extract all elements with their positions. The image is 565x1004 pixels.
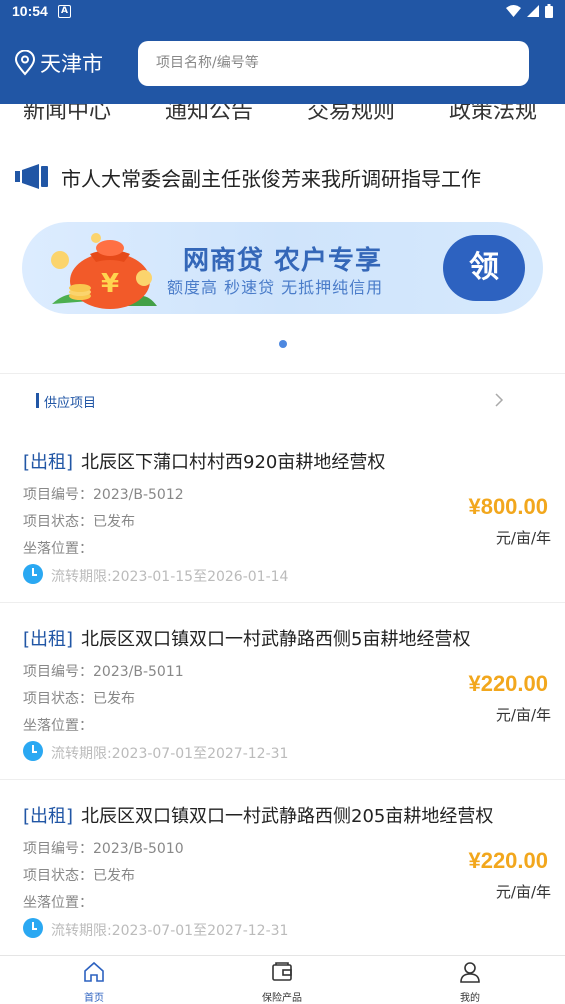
item-status: 项目状态：已发布	[23, 691, 135, 707]
money-bag-icon: ¥	[51, 233, 157, 309]
status-bar: 10:54 A	[0, 0, 565, 24]
notice-text: 市人大常委会副主任张俊芳来我所调研指导工作	[61, 167, 481, 191]
item-tag: [出租]	[23, 806, 74, 827]
status-time: 10:54	[12, 3, 48, 19]
section-title: 供应项目	[44, 396, 97, 411]
item-status: 项目状态：已发布	[23, 868, 135, 884]
chevron-right-icon	[495, 393, 504, 407]
promo-banner[interactable]: ¥ 网商贷 农户专享 额度高 秒速贷 无抵押纯信用 领	[22, 222, 543, 314]
item-price-unit: 元/亩/年	[495, 883, 551, 901]
item-period: 流转期限:2023-01-15至2026-01-14	[51, 569, 289, 585]
notice-bar[interactable]: 市人大常委会副主任张俊芳来我所调研指导工作	[0, 150, 565, 204]
city-selector[interactable]: 天津市	[14, 48, 103, 78]
item-code: 项目编号：2023/B-5012	[23, 487, 184, 503]
item-price-unit: 元/亩/年	[495, 706, 551, 724]
clock-icon	[23, 918, 43, 938]
item-title: 北辰区双口镇双口一村武静路西侧205亩耕地经营权	[81, 806, 494, 827]
carousel-indicator[interactable]	[279, 340, 287, 348]
top-header: 天津市 项目名称/编号等	[0, 24, 565, 104]
battery-icon	[545, 4, 553, 18]
list-item[interactable]: [出租] 北辰区双口镇双口一村武静路西侧5亩耕地经营权 项目编号：2023/B-…	[0, 603, 565, 780]
tab-profile-label: 我的	[460, 993, 480, 1004]
home-icon	[84, 961, 104, 982]
svg-text:¥: ¥	[101, 269, 119, 299]
search-input[interactable]: 项目名称/编号等	[138, 41, 529, 86]
wifi-icon	[506, 5, 521, 17]
tab-home[interactable]: 首页	[44, 960, 144, 1004]
tab-insurance[interactable]: 保险产品	[232, 960, 332, 1004]
item-location: 坐落位置：	[23, 541, 93, 557]
banner-title: 网商贷 农户专享	[183, 246, 383, 276]
supply-section-header[interactable]: 供应项目	[0, 374, 565, 426]
item-code: 项目编号：2023/B-5010	[23, 841, 184, 857]
city-label: 天津市	[40, 52, 103, 76]
megaphone-icon	[15, 164, 48, 189]
item-title: 北辰区下蒲口村村西920亩耕地经营权	[81, 452, 386, 473]
item-tag: [出租]	[23, 629, 74, 650]
item-title: 北辰区双口镇双口一村武静路西侧5亩耕地经营权	[81, 629, 471, 650]
item-price: ¥220.00	[468, 848, 548, 873]
clock-icon	[23, 741, 43, 761]
clock-icon	[23, 564, 43, 584]
category-news[interactable]: 新闻中心	[23, 104, 111, 120]
item-period: 流转期限:2023-07-01至2027-12-31	[51, 923, 289, 939]
item-tag: [出租]	[23, 452, 74, 473]
wallet-icon	[272, 962, 292, 981]
category-notices[interactable]: 通知公告	[165, 104, 253, 120]
item-price-unit: 元/亩/年	[495, 529, 551, 547]
banner-subtitle: 额度高 秒速贷 无抵押纯信用	[167, 278, 384, 297]
tab-home-label: 首页	[84, 993, 104, 1004]
app-notification-icon: A	[58, 5, 71, 18]
category-trade-rules[interactable]: 交易规则	[307, 104, 395, 120]
item-price: ¥220.00	[468, 671, 548, 696]
item-period: 流转期限:2023-07-01至2027-12-31	[51, 746, 289, 762]
list-item[interactable]: [出租] 北辰区双口镇双口一村武静路西侧205亩耕地经营权 项目编号：2023/…	[0, 780, 565, 957]
section-accent-bar	[36, 393, 39, 408]
list-item[interactable]: [出租] 北辰区下蒲口村村西920亩耕地经营权 项目编号：2023/B-5012…	[0, 426, 565, 603]
item-location: 坐落位置：	[23, 718, 93, 734]
tab-insurance-label: 保险产品	[262, 993, 302, 1004]
item-location: 坐落位置：	[23, 895, 93, 911]
item-price: ¥800.00	[468, 494, 548, 519]
item-code: 项目编号：2023/B-5011	[23, 664, 184, 680]
tab-profile[interactable]: 我的	[420, 960, 520, 1004]
bottom-tabbar: 首页 保险产品 我的	[0, 955, 565, 1004]
category-nav: 新闻中心 通知公告 交易规则 政策法规	[0, 104, 565, 120]
location-pin-icon	[14, 50, 36, 76]
system-icons	[506, 4, 553, 18]
user-icon	[460, 962, 480, 983]
category-policies[interactable]: 政策法规	[449, 104, 537, 120]
banner-claim-button[interactable]: 领	[443, 235, 525, 301]
signal-icon	[527, 5, 539, 17]
item-status: 项目状态：已发布	[23, 514, 135, 530]
